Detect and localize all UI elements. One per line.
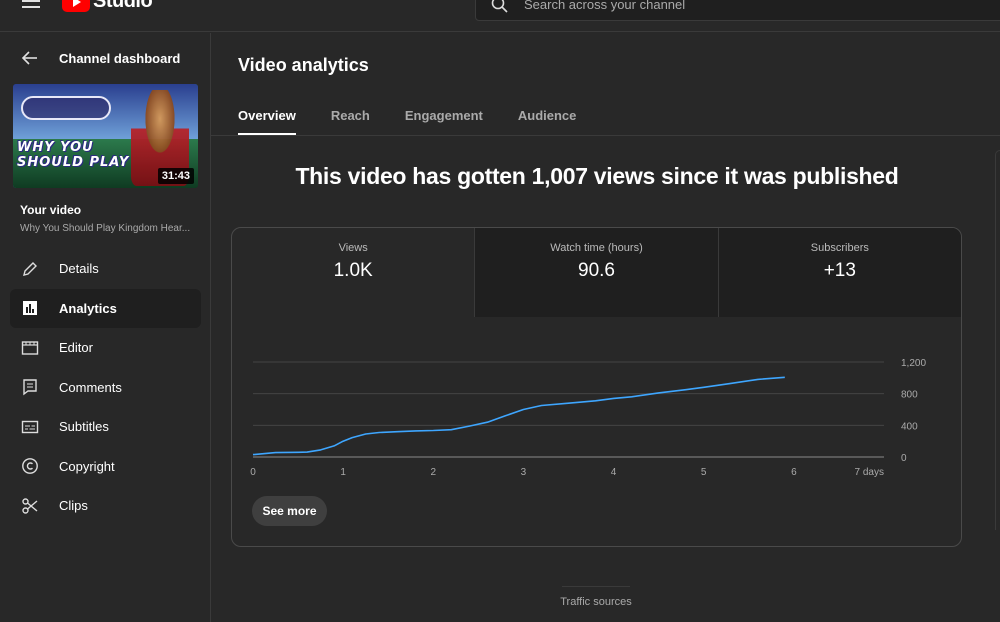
comment-icon (21, 378, 39, 396)
arrow-left-icon[interactable] (21, 49, 39, 67)
sidebar-nav: Details Analytics Editor Comments Subtit… (10, 249, 201, 526)
metric-label: Watch time (hours) (550, 242, 643, 254)
sidebar-item-copyright[interactable]: Copyright (10, 447, 201, 487)
back-label: Channel dashboard (59, 50, 181, 66)
sidebar-item-label: Copyright (59, 458, 115, 474)
metric-watch-time[interactable]: Watch time (hours) 90.6 (474, 228, 718, 317)
sidebar-item-label: Subtitles (59, 419, 109, 435)
thumbnail-text: WHY YOU SHOULD PLAY (17, 140, 130, 170)
sidebar-item-details[interactable]: Details (10, 249, 201, 289)
sidebar-item-label: Comments (59, 379, 122, 395)
page-title: Video analytics (238, 55, 369, 75)
sidebar-item-analytics[interactable]: Analytics (10, 288, 201, 328)
top-bar: Studio (0, 0, 1000, 32)
sidebar-item-label: Analytics (59, 300, 117, 316)
tab-engagement[interactable]: Engagement (405, 100, 483, 136)
sidebar-item-subtitles[interactable]: Subtitles (10, 407, 201, 447)
back-to-dashboard[interactable]: Channel dashboard (0, 45, 211, 71)
scissors-icon (21, 497, 39, 515)
metric-label: Views (338, 242, 368, 254)
y-tick-label: 400 (901, 421, 918, 432)
metric-value: 90.6 (578, 260, 615, 281)
search-icon[interactable] (490, 0, 510, 15)
series-line (252, 376, 785, 456)
sidebar-item-clips[interactable]: Clips (10, 486, 201, 526)
menu-icon[interactable] (22, 0, 40, 10)
overview-card: Views 1.0K Watch time (hours) 90.6 Subsc… (231, 227, 962, 547)
x-tick-label: 7 days (855, 467, 884, 478)
subtitles-icon (21, 418, 39, 436)
y-tick-label: 1,200 (901, 358, 926, 369)
x-tick-label: 2 (431, 467, 437, 478)
views-chart-svg: 0 400 800 1,200 0 1 2 3 4 5 6 7 days (250, 358, 926, 478)
x-tick-label: 6 (791, 467, 797, 478)
y-tick-label: 0 (901, 453, 907, 464)
sidebar-item-comments[interactable]: Comments (10, 368, 201, 408)
video-thumbnail[interactable]: WHY YOU SHOULD PLAY 31:43 (13, 84, 198, 188)
game-logo (21, 96, 111, 120)
logo-text: Studio (93, 0, 153, 12)
pencil-icon (21, 260, 39, 278)
x-tick-label: 5 (701, 467, 707, 478)
tab-audience[interactable]: Audience (518, 100, 577, 136)
sidebar-item-editor[interactable]: Editor (10, 328, 201, 368)
sidebar-item-label: Clips (59, 498, 88, 514)
metric-views[interactable]: Views 1.0K (232, 228, 474, 317)
views-headline: This video has gotten 1,007 views since … (295, 163, 899, 189)
x-tick-label: 0 (250, 467, 256, 478)
search-bar[interactable] (475, 0, 1000, 21)
x-tick-label: 4 (611, 467, 617, 478)
video-title: Why You Should Play Kingdom Hear... (20, 223, 191, 234)
traffic-sources-heading: Traffic sources (560, 596, 632, 608)
duration-badge: 31:43 (157, 168, 194, 184)
sidebar: Channel dashboard WHY YOU SHOULD PLAY 31… (0, 33, 211, 622)
tabs-divider (211, 135, 1000, 136)
metric-value: 1.0K (333, 260, 373, 281)
views-chart: 0 400 800 1,200 0 1 2 3 4 5 6 7 days (232, 348, 961, 483)
sidebar-item-label: Details (59, 261, 99, 277)
film-icon (21, 339, 39, 357)
metric-value: +13 (823, 260, 856, 281)
x-tick-label: 1 (340, 467, 346, 478)
tab-reach[interactable]: Reach (331, 100, 370, 136)
tab-overview[interactable]: Overview (238, 100, 296, 136)
side-panel-edge (995, 150, 1000, 530)
copyright-icon (21, 457, 39, 475)
search-input[interactable] (524, 0, 924, 12)
youtube-logo-icon (62, 0, 90, 12)
see-more-button[interactable]: See more (252, 496, 327, 526)
metric-label: Subscribers (810, 242, 869, 254)
y-tick-label: 800 (901, 390, 918, 401)
bar-chart-icon (21, 299, 39, 317)
studio-logo[interactable]: Studio (62, 0, 153, 13)
sidebar-item-label: Editor (59, 340, 93, 356)
traffic-divider (562, 586, 630, 587)
x-tick-label: 3 (521, 467, 527, 478)
metric-subscribers[interactable]: Subscribers +13 (717, 228, 961, 317)
analytics-tabs: Overview Reach Engagement Audience (238, 100, 611, 136)
metrics-row: Views 1.0K Watch time (hours) 90.6 Subsc… (232, 228, 961, 317)
your-video-label: Your video (20, 203, 82, 217)
